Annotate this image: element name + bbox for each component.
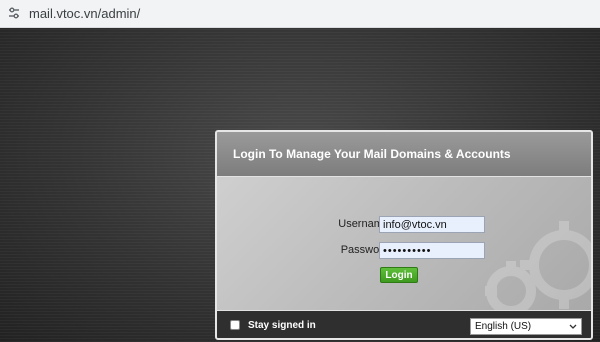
login-panel: Login To Manage Your Mail Domains & Acco… <box>215 130 593 340</box>
username-label: Username <box>338 218 389 230</box>
language-selected-value: English (US) <box>475 321 532 332</box>
panel-footer: Stay signed in English (US) <box>217 310 591 338</box>
username-field[interactable] <box>379 216 485 233</box>
language-select[interactable]: English (US) <box>470 318 582 335</box>
site-info-icon[interactable] <box>7 6 21 20</box>
page-title: Login To Manage Your Mail Domains & Acco… <box>233 147 511 161</box>
panel-header: Login To Manage Your Mail Domains & Acco… <box>217 132 591 177</box>
password-field[interactable] <box>379 242 485 259</box>
browser-address-bar[interactable]: mail.vtoc.vn/admin/ <box>0 0 600 28</box>
gear-icon <box>485 221 591 310</box>
login-form: Username Password Login <box>217 177 591 310</box>
page-background: Login To Manage Your Mail Domains & Acco… <box>0 28 600 342</box>
url-text[interactable]: mail.vtoc.vn/admin/ <box>29 6 140 21</box>
stay-signed-in-checkbox[interactable] <box>230 320 240 330</box>
stay-signed-in-label[interactable]: Stay signed in <box>248 320 316 331</box>
password-label: Password <box>340 244 389 256</box>
chevron-down-icon <box>569 324 577 329</box>
login-button[interactable]: Login <box>380 267 418 283</box>
